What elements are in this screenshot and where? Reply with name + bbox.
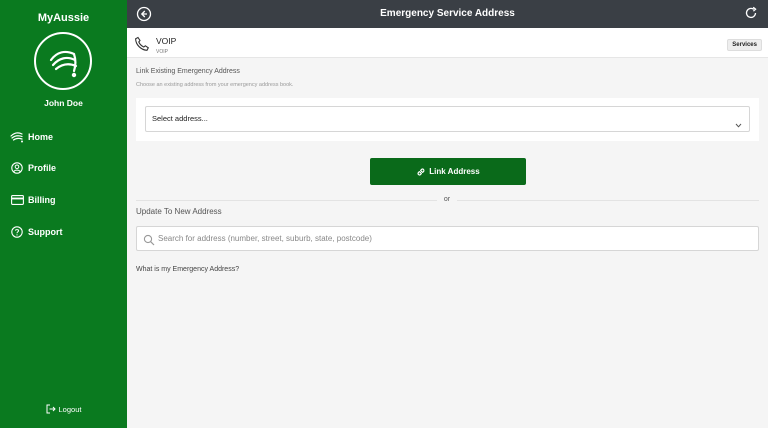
emergency-address-help-link[interactable]: What is my Emergency Address? [136, 266, 239, 273]
logout-label: Logout [58, 404, 82, 414]
sidebar-item-label: Home [28, 132, 54, 142]
service-info: VOIP VOIP Services [127, 28, 768, 58]
service-name: VOIP [156, 36, 177, 46]
address-select-value: Select address... [152, 114, 208, 123]
sidebar-item-profile[interactable]: Profile [10, 159, 56, 177]
search-icon [143, 233, 155, 246]
question-icon [10, 225, 24, 239]
address-select-card: Select address... [136, 98, 759, 141]
refresh-button[interactable] [744, 6, 760, 22]
service-type: VOIP [156, 49, 168, 55]
address-search-input[interactable] [158, 228, 748, 249]
back-button[interactable] [136, 6, 152, 22]
user-name: John Doe [44, 98, 83, 108]
sidebar-item-support[interactable]: Support [10, 223, 63, 241]
link-address-button[interactable]: Link Address [370, 158, 526, 185]
sidebar: MyAussie John Doe Home Profile Billing S… [0, 0, 127, 428]
credit-card-icon [10, 193, 24, 207]
phone-icon [134, 36, 150, 52]
wifi-icon [10, 130, 24, 144]
address-search [136, 226, 759, 251]
link-existing-description: Choose an existing address from your eme… [136, 82, 294, 88]
link-icon [416, 167, 426, 177]
sidebar-item-home[interactable]: Home [10, 128, 53, 146]
refresh-icon [745, 6, 757, 19]
link-address-label: Link Address [429, 167, 480, 176]
top-header: Emergency Service Address [127, 0, 768, 28]
chevron-down-icon [735, 116, 742, 128]
logout-icon [46, 404, 56, 414]
sidebar-item-label: Profile [28, 163, 57, 173]
back-arrow-icon [136, 6, 152, 22]
address-select[interactable]: Select address... [145, 106, 750, 132]
user-circle-icon [10, 161, 24, 175]
sidebar-item-label: Billing [28, 195, 56, 205]
or-separator: or [437, 196, 457, 203]
link-existing-title: Link Existing Emergency Address [136, 68, 240, 75]
sidebar-item-label: Support [28, 227, 63, 237]
sidebar-item-billing[interactable]: Billing [10, 191, 56, 209]
aussie-logo [34, 32, 92, 90]
logout-button[interactable]: Logout [0, 404, 127, 414]
brand-name: MyAussie [37, 12, 90, 24]
update-new-title: Update To New Address [136, 207, 222, 216]
services-badge[interactable]: Services [727, 39, 762, 51]
page-title: Emergency Service Address [380, 8, 515, 19]
